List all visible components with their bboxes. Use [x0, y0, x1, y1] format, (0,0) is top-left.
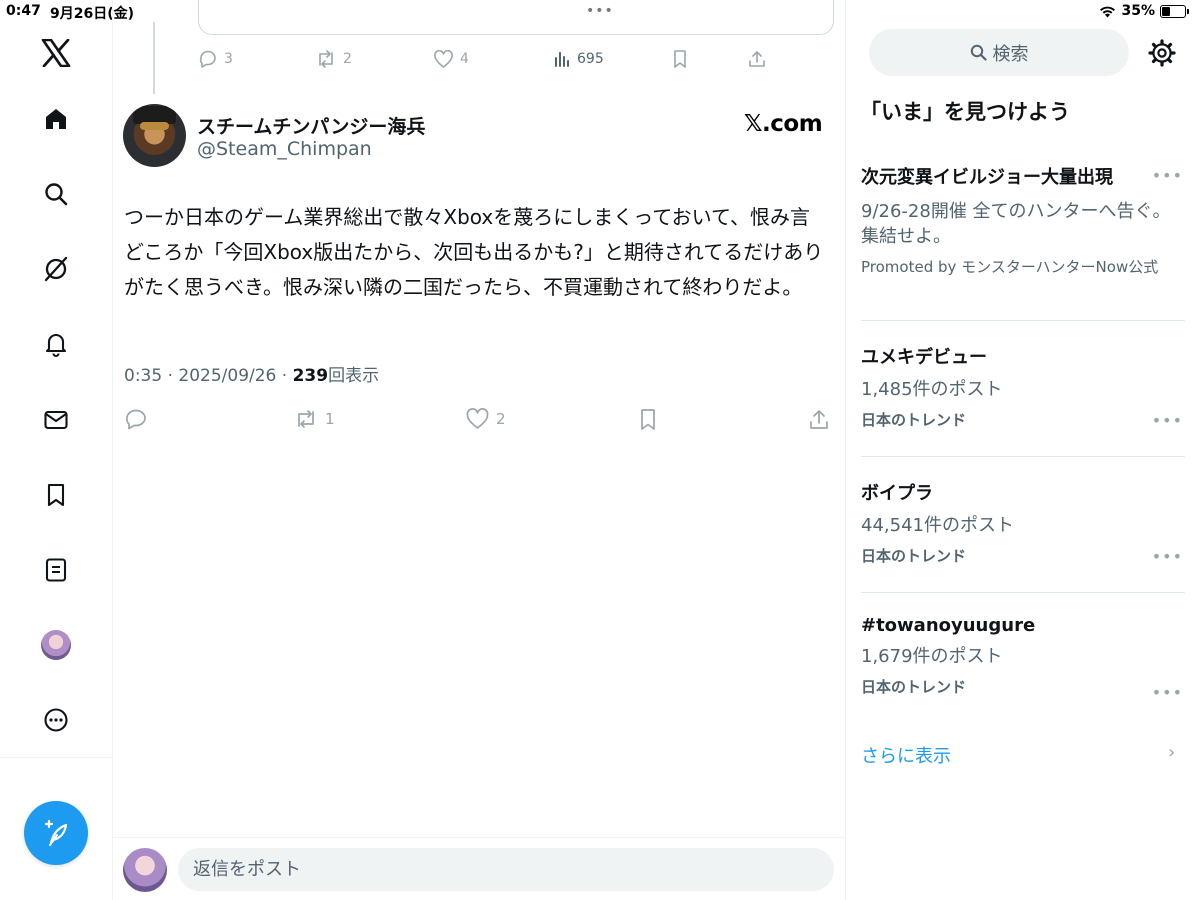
trend-item[interactable]: #towanoyuugure 1,679件のポスト 日本のトレンド •••	[861, 615, 1185, 702]
trend-item[interactable]: 次元変異イビルジョー大量出現 9/26-28開催 全てのハンターへ告ぐ。集結せよ…	[861, 163, 1185, 277]
trend-divider	[861, 320, 1185, 321]
main-column: 3 2 4 695 スチームチンパンジー海兵 @Steam_Chimpan 𝕏.…	[113, 0, 846, 900]
search-placeholder: 検索	[992, 43, 1029, 65]
bookmark-button[interactable]	[638, 408, 658, 431]
compose-feather-icon	[44, 819, 68, 846]
prev-repost-count: 2	[343, 51, 352, 67]
trend-name: 次元変異イビルジョー大量出現	[861, 167, 1113, 188]
trend-item[interactable]: ユメキデビュー 1,485件のポスト 日本のトレンド •••	[861, 343, 1185, 430]
trend-promoted-label: Promoted by モンスターハンターNow公式	[861, 258, 1159, 276]
like-heart-icon	[434, 49, 453, 68]
prev-bookmark-button[interactable]	[671, 49, 689, 69]
trend-more-options-icon[interactable]: •••	[1152, 683, 1183, 702]
post-view-count: 239	[292, 366, 329, 386]
prev-reply-button[interactable]: 3	[198, 49, 233, 69]
trend-divider	[861, 592, 1185, 593]
reply-input[interactable]	[178, 848, 834, 891]
trend-post-count: 44,541件のポスト	[861, 515, 1014, 536]
prev-share-button[interactable]	[747, 49, 767, 69]
trend-item[interactable]: ボイプラ 44,541件のポスト 日本のトレンド •••	[861, 479, 1185, 566]
like-count: 2	[496, 410, 506, 428]
more-menu-icon[interactable]	[36, 700, 76, 740]
search-input[interactable]: 検索	[869, 29, 1129, 76]
show-more-link[interactable]: さらに表示	[861, 742, 951, 768]
trend-name: ボイプラ	[861, 483, 933, 504]
post-actions: 1 2	[113, 407, 846, 431]
post-meta: 0:35 · 2025/09/26 · 239回表示	[124, 361, 379, 386]
share-icon	[749, 51, 765, 67]
grok-icon[interactable]	[36, 249, 76, 289]
trend-post-count: 1,679件のポスト	[861, 646, 1003, 667]
previous-post-actions: 3 2 4 695	[113, 48, 846, 70]
reply-icon	[199, 50, 216, 68]
explore-search-icon[interactable]	[36, 174, 76, 214]
x-logo-icon[interactable]	[36, 33, 76, 73]
share-button[interactable]	[808, 408, 830, 431]
author-avatar[interactable]	[123, 104, 186, 167]
previous-post-card[interactable]	[198, 0, 834, 35]
chevron-right-icon[interactable]: ›	[1168, 742, 1175, 763]
lists-icon[interactable]	[36, 550, 76, 590]
nav-divider	[0, 757, 112, 758]
prev-repost-button[interactable]: 2	[315, 49, 352, 69]
search-icon	[970, 44, 987, 61]
trend-name: #towanoyuugure	[861, 615, 1036, 636]
bookmark-icon	[674, 50, 686, 68]
like-button[interactable]: 2	[465, 408, 506, 430]
trend-divider	[861, 456, 1185, 457]
repost-icon	[298, 410, 314, 428]
trend-category: 日本のトレンド	[861, 547, 967, 565]
trend-more-options-icon[interactable]: •••	[1152, 411, 1183, 430]
author-handle[interactable]: @Steam_Chimpan	[197, 138, 372, 160]
reply-button[interactable]	[124, 408, 154, 430]
trend-more-options-icon[interactable]: •••	[1152, 547, 1183, 566]
x-com-logo: 𝕏.com	[744, 111, 823, 137]
prev-views-count: 695	[577, 51, 604, 67]
reply-bar-divider	[113, 837, 846, 838]
author-display-name[interactable]: スチームチンパンジー海兵	[197, 112, 425, 139]
views-chart-icon	[555, 52, 569, 67]
trend-name: ユメキデビュー	[861, 347, 987, 368]
prev-like-count: 4	[460, 51, 469, 67]
prev-reply-count: 3	[224, 51, 233, 67]
like-heart-icon	[466, 408, 489, 429]
post-timestamp[interactable]: 0:35 · 2025/09/26 ·	[124, 366, 293, 386]
repost-button[interactable]: 1	[293, 408, 335, 430]
repost-icon	[319, 50, 333, 68]
prev-views-button[interactable]: 695	[553, 50, 604, 68]
post-text: つーか日本のゲーム業界総出で散々Xboxを蔑ろにしまくっておいて、恨み言どころか…	[124, 205, 824, 299]
share-icon	[810, 409, 828, 429]
post-view-label: 回表示	[328, 366, 380, 386]
compose-post-button[interactable]	[24, 801, 88, 865]
bookmark-icon	[641, 408, 655, 430]
trend-more-options-icon[interactable]: •••	[1152, 166, 1183, 185]
explore-section-title: 「いま」を見つけよう	[860, 100, 1070, 124]
prev-like-button[interactable]: 4	[433, 49, 469, 69]
repost-count: 1	[325, 410, 335, 428]
left-navigation	[0, 0, 113, 900]
home-icon[interactable]	[36, 99, 76, 139]
trend-post-count: 1,485件のポスト	[861, 379, 1003, 400]
profile-avatar[interactable]	[36, 625, 76, 665]
reply-user-avatar	[123, 848, 167, 892]
trend-category: 日本のトレンド	[861, 678, 967, 696]
reply-icon	[126, 409, 146, 430]
messages-mail-icon[interactable]	[36, 400, 76, 440]
notifications-bell-icon[interactable]	[36, 324, 76, 364]
right-sidebar: 検索 「いま」を見つけよう 次元変異イビルジョー大量出現 9/26-28開催 全…	[846, 0, 1200, 900]
trend-category: 日本のトレンド	[861, 411, 967, 429]
settings-gear-icon[interactable]	[1147, 38, 1177, 72]
bookmarks-icon[interactable]	[36, 475, 76, 515]
trend-description: 9/26-28開催 全てのハンターへ告ぐ。集結せよ。	[861, 201, 1171, 247]
